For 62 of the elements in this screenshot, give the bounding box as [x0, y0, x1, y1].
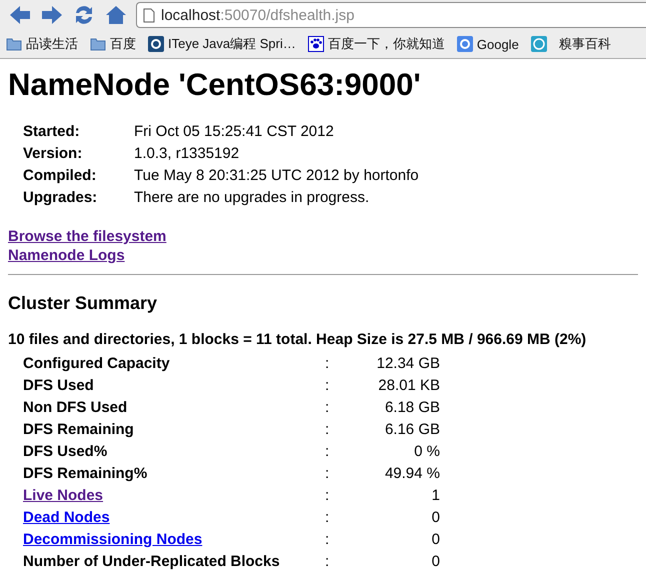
folder-icon: [6, 37, 22, 51]
info-value: Tue May 8 20:31:25 UTC 2012 by hortonfo: [134, 167, 420, 184]
colon: :: [325, 464, 330, 482]
address-field[interactable]: localhost:50070/dfshealth.jsp: [136, 2, 646, 28]
site-icon: [530, 36, 547, 52]
stat-value: 49.94 %: [384, 464, 440, 482]
back-icon[interactable]: [8, 4, 32, 26]
stat-value: 6.16 GB: [384, 420, 440, 438]
stat-value: 0: [432, 508, 440, 526]
info-value: There are no upgrades in progress.: [134, 189, 370, 206]
stat-value: 12.34 GB: [376, 354, 440, 372]
url-host: localhost: [161, 6, 220, 24]
folder-icon: [90, 37, 106, 51]
stat-link[interactable]: Decommissioning Nodes: [23, 530, 202, 548]
info-label: Version:: [23, 145, 84, 162]
stat-value: 0: [432, 530, 440, 548]
stat-value: 28.01 KB: [378, 376, 440, 394]
colon: :: [325, 420, 330, 438]
colon: :: [325, 398, 330, 416]
bookmark[interactable]: 百度: [90, 35, 136, 53]
summary-text: 10 files and directories, 1 blocks = 11 total. Heap Size is 27.5 MB / 966.69 MB (2%): [8, 331, 588, 348]
stat-link[interactable]: Dead Nodes: [23, 508, 110, 526]
stat-label: DFS Remaining: [23, 420, 135, 438]
bookmark-icon-button[interactable]: [530, 36, 547, 52]
stat-value: 1: [432, 486, 440, 504]
bookmark[interactable]: 品读生活: [6, 35, 78, 53]
info-value: Fri Oct 05 15:25:41 CST 2012: [134, 123, 335, 140]
page-icon: [143, 8, 155, 22]
colon: :: [325, 530, 330, 548]
stat-label: DFS Used: [23, 376, 95, 394]
colon: :: [325, 442, 330, 460]
stat-label: DFS Remaining%: [23, 464, 148, 482]
stat-value: 0: [432, 552, 440, 570]
bookmark[interactable]: 糗事百科: [558, 35, 611, 53]
info-label: Upgrades:: [23, 189, 98, 206]
page-link[interactable]: Namenode Logs: [8, 246, 125, 265]
info-label: Started:: [23, 123, 81, 140]
site-icon: [148, 36, 164, 52]
colon: :: [325, 354, 330, 372]
colon: :: [325, 376, 330, 394]
url-path: :50070/dfshealth.jsp: [220, 6, 354, 24]
home-icon[interactable]: [104, 4, 128, 26]
stat-link[interactable]: Live Nodes: [23, 486, 104, 504]
stat-label: Non DFS Used: [23, 398, 128, 416]
info-label: Compiled:: [23, 167, 98, 184]
colon: :: [325, 486, 330, 504]
colon: :: [325, 552, 330, 570]
bookmark[interactable]: Google: [456, 36, 519, 52]
page-title: NameNode 'CentOS63:9000': [8, 67, 422, 103]
stat-value: 0 %: [414, 442, 440, 460]
page-link[interactable]: Browse the filesystem: [8, 227, 166, 246]
bookmark[interactable]: 百度一下，你就知道: [308, 35, 445, 53]
bookmark[interactable]: ITeye Java编程 Spri…: [148, 35, 296, 53]
stat-value: 6.18 GB: [384, 398, 440, 416]
forward-icon[interactable]: [40, 4, 64, 26]
info-value: 1.0.3, r1335192: [134, 145, 240, 162]
section-title: Cluster Summary: [8, 293, 158, 314]
stat-label: Number of Under-Replicated Blocks: [23, 552, 281, 570]
stat-label: Configured Capacity: [23, 354, 171, 372]
stat-label: DFS Used%: [23, 442, 108, 460]
colon: :: [325, 508, 330, 526]
paw-icon: [308, 36, 324, 52]
